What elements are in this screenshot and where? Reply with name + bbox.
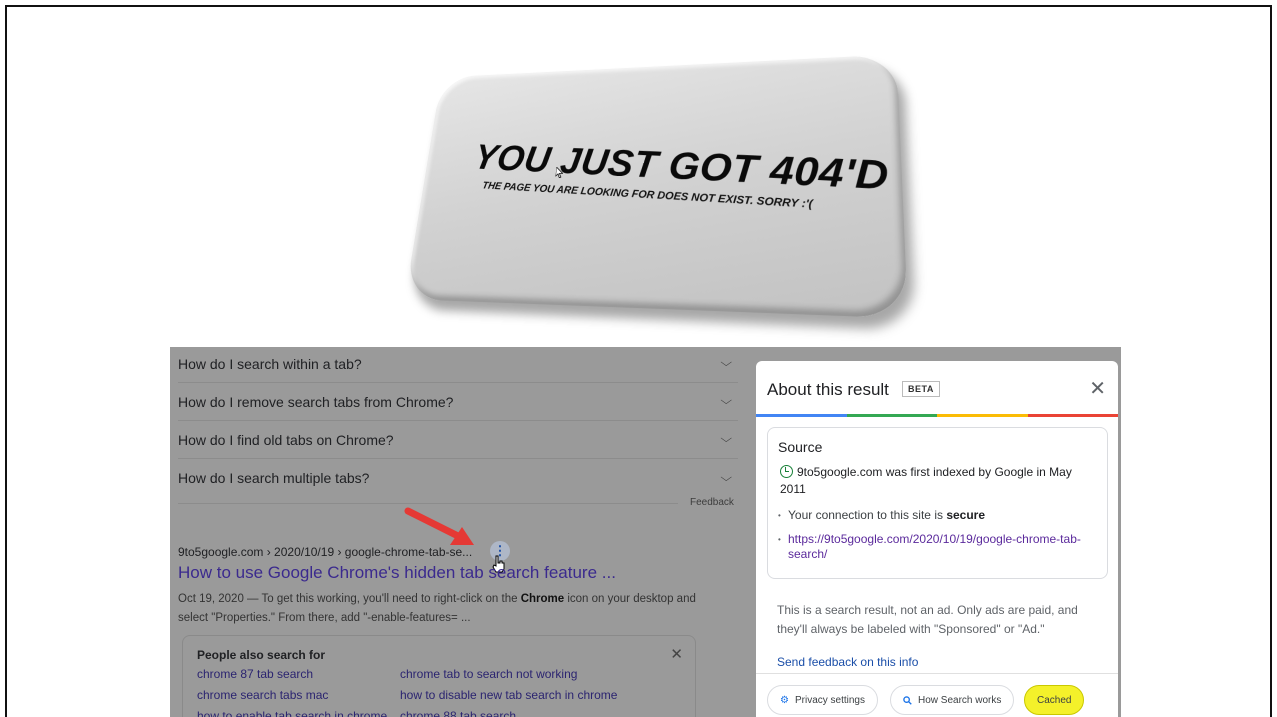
source-card: Source 9to5google.com was first indexed …: [767, 427, 1108, 579]
secure-text: Your connection to this site is: [788, 508, 947, 522]
divider-segment: [937, 414, 1028, 417]
button-label: Cached: [1037, 694, 1072, 706]
chevron-down-icon[interactable]: ⌵: [720, 357, 732, 370]
beta-badge: BETA: [902, 381, 940, 397]
faq-item[interactable]: How do I search within a tab? ⌵: [178, 347, 738, 383]
chevron-down-icon[interactable]: ⌵: [720, 395, 732, 408]
send-feedback-link[interactable]: Send feedback on this info: [777, 655, 918, 669]
faq-question: How do I search within a tab?: [178, 355, 362, 372]
secure-bold-text: secure: [946, 508, 986, 522]
indexed-text: 9to5google.com was first indexed by Goog…: [780, 465, 1072, 496]
faq-item[interactable]: How do I find old tabs on Chrome? ⌵: [178, 421, 738, 459]
color-divider: [756, 414, 1118, 417]
related-search-link[interactable]: chrome search tabs mac: [197, 688, 328, 702]
result-snippet: Oct 19, 2020 — To get this working, you'…: [178, 590, 698, 628]
chevron-down-icon[interactable]: ⌵: [720, 472, 732, 485]
mouse-cursor-icon: [555, 167, 563, 179]
faq-question: How do I search multiple tabs?: [178, 470, 370, 486]
panel-title: About this result: [767, 380, 889, 399]
search-results-screenshot: How do I search within a tab? ⌵ How do I…: [170, 347, 1121, 717]
slide-frame: YOU JUST GOT 404'D THE PAGE YOU ARE LOOK…: [5, 5, 1272, 717]
related-search-link[interactable]: chrome 88 tab search: [400, 709, 516, 717]
results-column: How do I search within a tab? ⌵ How do I…: [170, 347, 750, 717]
error-plate: YOU JUST GOT 404'D THE PAGE YOU ARE LOOK…: [377, 37, 908, 327]
error-plate-shape: YOU JUST GOT 404'D THE PAGE YOU ARE LOOK…: [404, 54, 908, 319]
close-icon[interactable]: ✕: [670, 645, 683, 663]
button-label: How Search works: [918, 694, 1002, 706]
source-url-link[interactable]: https://9to5google.com/2020/10/19/google…: [778, 532, 1088, 562]
snippet-bold-text: Chrome: [520, 593, 565, 605]
privacy-settings-button[interactable]: ⚙ Privacy settings: [767, 685, 878, 715]
divider-segment: [1027, 414, 1118, 417]
indexed-info: 9to5google.com was first indexed by Goog…: [780, 464, 1098, 498]
button-label: Privacy settings: [794, 694, 865, 706]
clock-icon: [780, 465, 793, 478]
faq-item[interactable]: How do I search multiple tabs? ⌵: [178, 459, 738, 497]
related-search-link[interactable]: chrome 87 tab search: [197, 667, 313, 681]
related-search-link[interactable]: chrome tab to search not working: [400, 667, 577, 681]
how-search-works-button[interactable]: How Search works: [890, 685, 1015, 715]
related-search-link[interactable]: how to disable new tab search in chrome: [400, 688, 617, 702]
divider-segment: [756, 414, 847, 417]
pas-title: People also search for: [197, 648, 326, 662]
search-icon: [903, 695, 912, 705]
cached-button[interactable]: Cached: [1024, 685, 1085, 715]
faq-item[interactable]: How do I remove search tabs from Chrome?…: [178, 383, 738, 421]
faq-question: How do I remove search tabs from Chrome?: [178, 393, 454, 410]
gear-icon: ⚙: [780, 694, 789, 706]
panel-footer: ⚙ Privacy settings How Search works Cache…: [756, 673, 1118, 717]
feedback-link[interactable]: Feedback: [690, 497, 734, 508]
people-also-search-box: People also search for ✕ chrome 87 tab s…: [182, 635, 696, 717]
related-search-link[interactable]: how to enable tab search in chrome: [197, 709, 387, 717]
divider: [178, 503, 678, 504]
chevron-down-icon[interactable]: ⌵: [720, 433, 732, 446]
secure-info: Your connection to this site is secure: [778, 508, 1088, 523]
source-title: Source: [778, 439, 823, 455]
snippet-text: Oct 19, 2020 — To get this working, you'…: [178, 593, 521, 605]
close-icon[interactable]: ✕: [1089, 376, 1106, 401]
about-this-result-panel: About this result BETA ✕ Source 9to5goog…: [756, 361, 1118, 717]
faq-question: How do I find old tabs on Chrome?: [178, 431, 394, 448]
ad-disclaimer: This is a search result, not an ad. Only…: [777, 603, 1078, 636]
divider-segment: [846, 414, 937, 417]
result-title-link[interactable]: How to use Google Chrome's hidden tab se…: [178, 563, 616, 583]
result-breadcrumb[interactable]: 9to5google.com › 2020/10/19 › google-chr…: [178, 545, 472, 559]
